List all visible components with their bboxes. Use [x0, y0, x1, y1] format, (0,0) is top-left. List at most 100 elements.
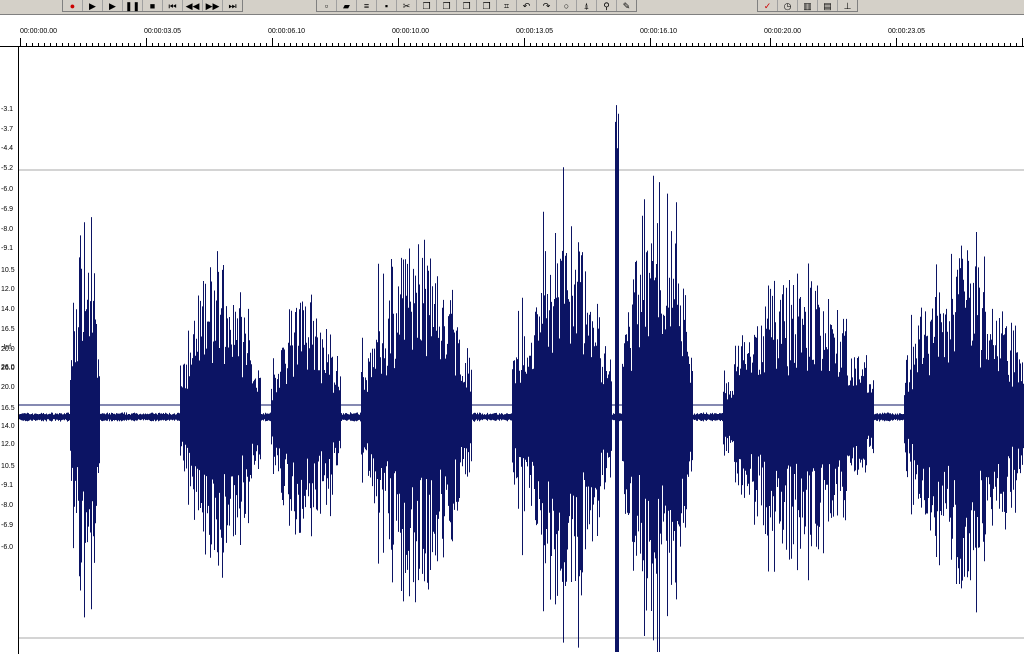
pencil-button[interactable]: ✎: [617, 0, 636, 11]
amplitude-scale: -3.1 -3.7 -4.4 -5.2 -6.0 -6.9 -8.0 -9.1 10.5 12.0…: [0, 47, 19, 654]
ruler-tick: [80, 43, 81, 46]
ruler-tick: [692, 43, 693, 46]
pause-button[interactable]: ❚❚: [123, 0, 143, 11]
ruler-tick: [446, 43, 447, 46]
skip-end-button[interactable]: ⏭: [223, 0, 242, 11]
play-loop-button[interactable]: ▶: [103, 0, 123, 11]
mix-paste-button[interactable]: ❐: [477, 0, 497, 11]
levels-icon: ▥: [803, 1, 812, 11]
ruler-tick: [752, 43, 753, 46]
save-icon: ▪: [384, 1, 389, 11]
ruler-tick: [284, 43, 285, 46]
ruler-tick: [818, 43, 819, 46]
redo-button[interactable]: ↷: [537, 0, 557, 11]
paste-new-icon: ❐: [462, 1, 471, 11]
ruler-tick: [986, 43, 987, 46]
marker-red-button[interactable]: ✓: [758, 0, 778, 11]
ruler-tick: [422, 43, 423, 46]
ruler-tick: [662, 43, 663, 46]
play-icon: ▶: [89, 1, 96, 11]
cut-button[interactable]: ✂: [397, 0, 417, 11]
ruler-tick: [518, 43, 519, 46]
marker-button[interactable]: ⍋: [577, 0, 597, 11]
ruler-tick: [176, 43, 177, 46]
ruler-tick: [326, 43, 327, 46]
ruler-tick: [980, 43, 981, 46]
zoom-button[interactable]: ⚲: [597, 0, 617, 11]
waveform-display[interactable]: [19, 47, 1024, 654]
ruler-tick: [242, 43, 243, 46]
rewind-icon: ◀◀: [185, 1, 200, 11]
play-button[interactable]: ▶: [83, 0, 103, 11]
time-label: 00:00:10.00: [392, 28, 429, 35]
ruler-tick: [620, 43, 621, 46]
ruler-tick: [428, 43, 429, 46]
ruler-tick: [830, 43, 831, 46]
ruler-tick: [44, 43, 45, 46]
ruler-tick: [902, 43, 903, 46]
loop-icon: ○: [563, 1, 570, 11]
ruler-tick: [920, 43, 921, 46]
ruler-tick: [896, 38, 897, 46]
ruler-tick: [338, 43, 339, 46]
ruler-tick: [212, 43, 213, 46]
ruler-tick: [482, 43, 483, 46]
copy-button[interactable]: ❐: [417, 0, 437, 11]
ruler-tick: [314, 43, 315, 46]
save-button[interactable]: ▪: [377, 0, 397, 11]
ruler-tick: [1016, 43, 1017, 46]
ruler-tick: [38, 43, 39, 46]
new-file-button[interactable]: ▫: [317, 0, 337, 11]
paste-new-button[interactable]: ❐: [457, 0, 477, 11]
meter-button[interactable]: ▤: [818, 0, 838, 11]
ruler-tick: [812, 43, 813, 46]
ruler-tick: [350, 43, 351, 46]
ruler-tick: [74, 43, 75, 46]
ruler-tick: [614, 43, 615, 46]
ruler-tick: [596, 43, 597, 46]
ruler-tick: [584, 43, 585, 46]
amplitude-label: 10.5: [1, 462, 15, 470]
amplitude-label: -3.7: [1, 125, 14, 133]
ruler-tick: [512, 43, 513, 46]
skip-start-button[interactable]: ⏮: [163, 0, 183, 11]
ruler-tick: [1022, 38, 1023, 46]
ruler-tick: [218, 43, 219, 46]
paste-button[interactable]: ❐: [437, 0, 457, 11]
undo-button[interactable]: ↶: [517, 0, 537, 11]
fast-forward-button[interactable]: ▶▶: [203, 0, 223, 11]
time-ruler[interactable]: I 00:00:00.0000:00:03.0500:00:06.1000:00…: [0, 26, 1024, 70]
ruler-tick: [842, 43, 843, 46]
ruler-tick: [260, 43, 261, 46]
ruler-tick: [794, 43, 795, 46]
loop-button[interactable]: ○: [557, 0, 577, 11]
ruler-tick: [266, 43, 267, 46]
amplitude-label-center: -Inf.: [1, 344, 14, 352]
ruler-tick: [608, 43, 609, 46]
ruler-tick: [440, 43, 441, 46]
snap-button[interactable]: ⊥: [838, 0, 857, 11]
record-button[interactable]: ●: [63, 0, 83, 11]
ruler-tick: [206, 43, 207, 46]
levels-button[interactable]: ▥: [798, 0, 818, 11]
clock-icon: ◷: [783, 1, 792, 11]
open-folder-button[interactable]: ▰: [337, 0, 357, 11]
properties-button[interactable]: ≡: [357, 0, 377, 11]
ruler-tick: [128, 43, 129, 46]
trim-button[interactable]: ⌗: [497, 0, 517, 11]
ruler-tick: [710, 43, 711, 46]
ruler-tick: [374, 43, 375, 46]
rewind-button[interactable]: ◀◀: [183, 0, 203, 11]
ruler-tick: [626, 43, 627, 46]
ruler-tick: [674, 43, 675, 46]
ruler-tick: [962, 43, 963, 46]
properties-icon: ≡: [363, 1, 370, 11]
ruler-tick: [884, 43, 885, 46]
clock-button[interactable]: ◷: [778, 0, 798, 11]
time-label: 00:00:00.00: [20, 28, 57, 35]
amplitude-label: 14.0: [1, 423, 15, 431]
ruler-tick: [248, 43, 249, 46]
ruler-tick: [866, 43, 867, 46]
stop-button[interactable]: ■: [143, 0, 163, 11]
ruler-tick: [278, 43, 279, 46]
